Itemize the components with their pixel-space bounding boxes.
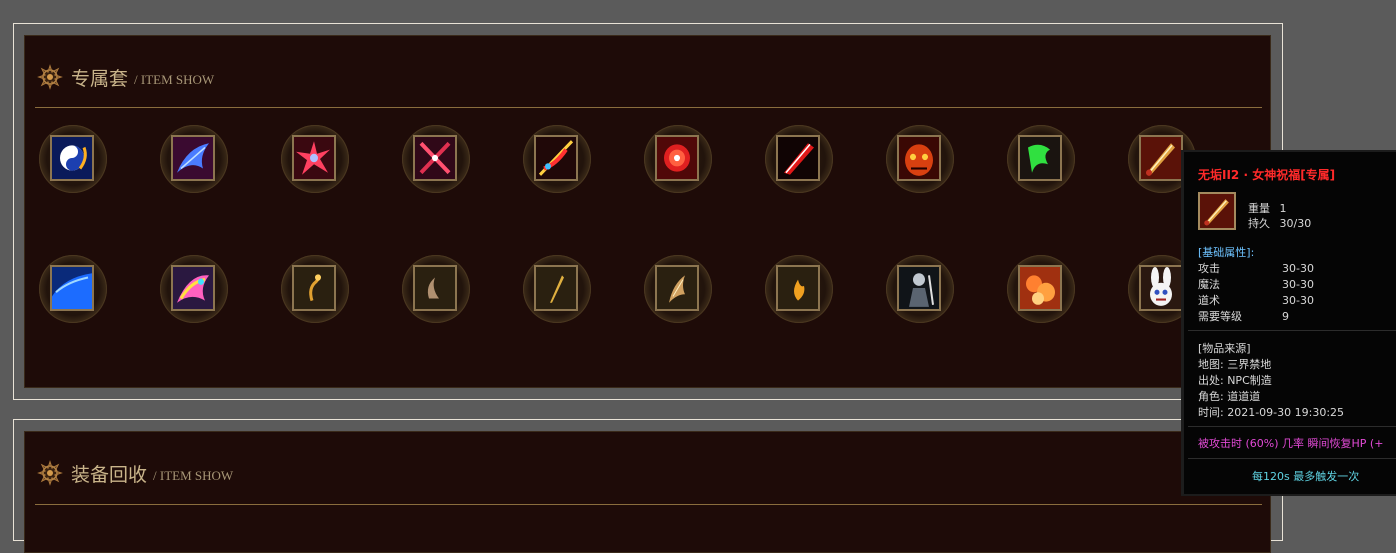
- item-slot[interactable]: [281, 125, 349, 193]
- base-attr-header: [基础属性]:: [1198, 246, 1255, 259]
- crimson-blade-item-icon: [776, 135, 820, 181]
- rabbit-mask-item-icon: [1139, 265, 1183, 311]
- attr-row: 道术 30-30: [1198, 292, 1314, 308]
- jeweled-sword-item-icon: [534, 135, 578, 181]
- item-slot[interactable]: [39, 125, 107, 193]
- section-title: 专属套: [71, 67, 129, 90]
- blue-dragon-item-icon: [171, 135, 215, 181]
- red-burst-item-icon: [292, 135, 336, 181]
- item-slot[interactable]: [281, 255, 349, 323]
- item-show-panel-recycle: 装备回收 / ITEM SHOW: [13, 419, 1283, 553]
- gold-wing-item-icon: [655, 265, 699, 311]
- golden-sword-item-icon: [1198, 192, 1236, 230]
- dark-warrior-item-icon: [897, 265, 941, 311]
- item-slot[interactable]: [765, 255, 833, 323]
- attr-row: 需要等级 9: [1198, 308, 1289, 324]
- item-slot[interactable]: [1007, 255, 1075, 323]
- item-slot[interactable]: [160, 125, 228, 193]
- durability-row: 持久 30/30: [1248, 215, 1311, 231]
- item-slot[interactable]: [402, 125, 470, 193]
- item-slot[interactable]: [402, 255, 470, 323]
- weight-row: 重量 1: [1248, 200, 1287, 216]
- panel-inner: 装备回收 / ITEM SHOW: [24, 431, 1271, 553]
- golden-sword-item-icon: [1139, 135, 1183, 181]
- attr-value: 30-30: [1282, 294, 1314, 307]
- source-line: 时间: 2021-09-30 19:30:25: [1198, 406, 1345, 419]
- section-title: 装备回收: [71, 463, 148, 486]
- durability-value: 30/30: [1279, 217, 1312, 230]
- item-show-panel-exclusive: 专属套 / ITEM SHOW: [13, 23, 1283, 400]
- section-subtitle: / ITEM SHOW: [153, 467, 234, 483]
- attr-value: 30-30: [1282, 262, 1314, 275]
- dragon-emblem-icon: [37, 64, 63, 90]
- gold-hook-item-icon: [292, 265, 336, 311]
- attr-label: 攻击: [1198, 262, 1220, 275]
- source-line: 出处: NPC制造: [1198, 374, 1272, 387]
- item-slot[interactable]: [644, 255, 712, 323]
- demon-face-item-icon: [897, 135, 941, 181]
- section-divider: [35, 504, 1262, 505]
- item-slot[interactable]: [644, 125, 712, 193]
- source-line: 地图: 三界禁地: [1198, 358, 1272, 371]
- item-slot[interactable]: [886, 255, 954, 323]
- attr-value: 9: [1282, 310, 1289, 323]
- tooltip-divider: [1188, 458, 1396, 459]
- section-divider: [35, 107, 1262, 108]
- gold-flame-item-icon: [776, 265, 820, 311]
- attr-label: 需要等级: [1198, 310, 1242, 323]
- item-slot[interactable]: [39, 255, 107, 323]
- blue-wave-item-icon: [50, 265, 94, 311]
- item-slot[interactable]: [160, 255, 228, 323]
- item-slot[interactable]: [523, 255, 591, 323]
- gold-dagger-item-icon: [534, 265, 578, 311]
- attr-label: 魔法: [1198, 278, 1220, 291]
- attr-label: 道术: [1198, 294, 1220, 307]
- item-slot[interactable]: [886, 125, 954, 193]
- crossed-blades-item-icon: [413, 135, 457, 181]
- curved-horn-item-icon: [413, 265, 457, 311]
- attr-row: 魔法 30-30: [1198, 276, 1314, 292]
- fire-cloud-item-icon: [1018, 265, 1062, 311]
- weight-value: 1: [1279, 202, 1287, 215]
- green-dragon-item-icon: [1018, 135, 1062, 181]
- taiji-item-icon: [50, 135, 94, 181]
- source-line: 角色: 道道道: [1198, 390, 1261, 403]
- panel-inner: 专属套 / ITEM SHOW: [24, 35, 1271, 388]
- attr-row: 攻击 30-30: [1198, 260, 1314, 276]
- tooltip-divider: [1188, 330, 1396, 331]
- section-header: 专属套 / ITEM SHOW: [37, 60, 214, 94]
- tooltip-divider: [1188, 426, 1396, 427]
- item-slot[interactable]: [1007, 125, 1075, 193]
- fire-orb-item-icon: [655, 135, 699, 181]
- item-tooltip: 无垢ⅠⅠ2 · 女神祝福[专属] 重量 1 持久 30/30 [基础属性]: 攻…: [1181, 150, 1396, 496]
- section-header: 装备回收 / ITEM SHOW: [37, 456, 233, 490]
- effect-text: 被攻击时 (60%) 几率 瞬间恢复HP (+: [1198, 437, 1384, 450]
- trigger-text: 每120s 最多触发一次: [1252, 470, 1360, 483]
- attr-value: 30-30: [1282, 278, 1314, 291]
- item-slot[interactable]: [523, 125, 591, 193]
- weight-label: 重量: [1248, 202, 1270, 215]
- item-slot[interactable]: [765, 125, 833, 193]
- dragon-emblem-icon: [37, 460, 63, 486]
- rainbow-dragon-item-icon: [171, 265, 215, 311]
- section-subtitle: / ITEM SHOW: [134, 71, 215, 87]
- source-header: [物品来源]: [1198, 342, 1251, 355]
- durability-label: 持久: [1248, 217, 1270, 230]
- item-name: 无垢ⅠⅠ2 · 女神祝福[专属]: [1198, 168, 1336, 182]
